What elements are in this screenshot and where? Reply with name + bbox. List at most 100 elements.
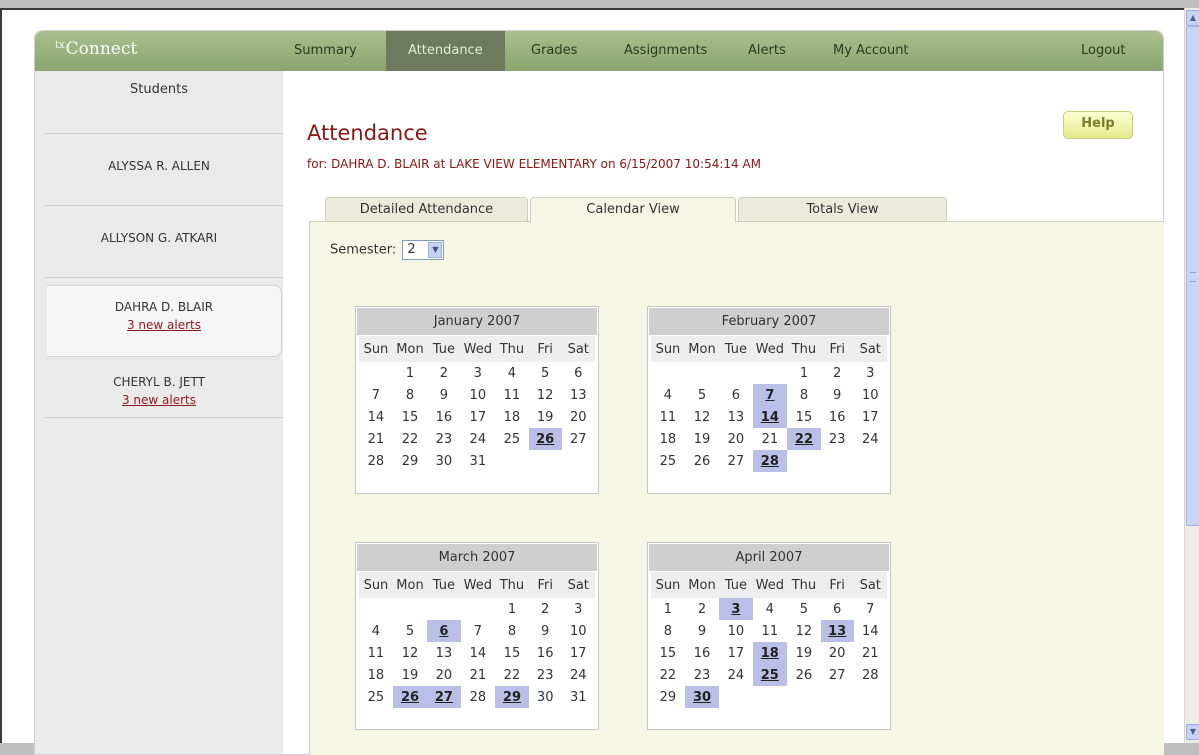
weekday-header: Wed — [460, 336, 495, 362]
calendar-day-absence[interactable]: 13 — [820, 620, 854, 642]
calendar-day: 31 — [469, 453, 487, 469]
calendar-empty-cell — [461, 598, 495, 620]
calendar-day: 6 — [574, 365, 583, 381]
calendar-grid: Sun Mon Tue Wed Thu Fri Sat 1 2 3 4 5 6 7 8 9 10 11 12 13 14… — [359, 572, 595, 708]
calendar-day-absence[interactable]: 7 — [752, 384, 788, 406]
weekday-header: Thu — [495, 572, 529, 598]
calendar-empty-cell — [854, 686, 887, 708]
sidebar-divider — [45, 277, 283, 278]
calendar-day: 10 — [469, 387, 487, 403]
calendar-day-link[interactable]: 3 — [731, 602, 740, 617]
calendar-day: 5 — [697, 387, 707, 403]
calendar-day: 13 — [727, 409, 745, 425]
vertical-scrollbar[interactable]: ▲ ▼ — [1184, 8, 1199, 743]
calendar-day-link[interactable]: 22 — [795, 432, 813, 447]
calendar-day-absence[interactable]: 30 — [684, 686, 720, 708]
calendar-day-link[interactable]: 7 — [765, 388, 774, 403]
sidebar-student-allen[interactable]: ALYSSA R. ALLEN — [35, 159, 283, 173]
calendar-day-absence[interactable]: 3 — [719, 598, 753, 620]
chevron-down-icon[interactable]: ▼ — [428, 242, 443, 258]
nav-summary[interactable]: Summary — [272, 31, 379, 71]
calendar-day: 11 — [761, 623, 779, 639]
calendar-day-absence[interactable]: 28 — [752, 450, 788, 472]
semester-control: Semester: 2 ▼ — [330, 240, 445, 260]
calendar-empty-cell — [821, 686, 854, 708]
weekday-header: Fri — [528, 336, 562, 362]
semester-select[interactable]: 2 ▼ — [402, 240, 445, 260]
calendar-day-absence[interactable]: 27 — [427, 686, 461, 708]
calendar-day-absence[interactable]: 25 — [752, 664, 787, 686]
help-button[interactable]: Help — [1063, 111, 1133, 139]
sidebar-divider — [45, 205, 283, 206]
calendar-day-absence[interactable]: 26 — [392, 686, 428, 708]
calendar-day: 4 — [765, 601, 774, 617]
calendar-month-title: February 2007 — [649, 308, 889, 335]
nav-logout[interactable]: Logout — [1059, 31, 1148, 71]
sidebar-student-atkari[interactable]: ALLYSON G. ATKARI — [35, 231, 283, 245]
calendar-day-link[interactable]: 6 — [439, 624, 448, 639]
calendar-day: 18 — [659, 431, 677, 447]
sidebar-student-blair[interactable]: DAHRA D. BLAIR 3 new alerts — [47, 285, 282, 357]
calendar-day-link[interactable]: 14 — [761, 410, 779, 425]
calendar-day: 9 — [833, 387, 842, 403]
calendar-day-link[interactable]: 13 — [828, 624, 846, 639]
nav-assignments[interactable]: Assignments — [602, 31, 729, 71]
calendar-panel: Semester: 2 ▼ January 2007 Sun Mon Tue Wed T… — [309, 221, 1164, 755]
calendar-day-absence[interactable]: 18 — [752, 642, 787, 664]
scrollbar-thumb[interactable] — [1186, 26, 1199, 526]
calendar-day: 11 — [659, 409, 677, 425]
calendar-day: 29 — [401, 453, 419, 469]
calendar-empty-cell — [562, 450, 595, 472]
calendar-day-absence[interactable]: 29 — [495, 686, 529, 708]
tab-calendar-view[interactable]: Calendar View — [530, 197, 736, 223]
calendar-day: 24 — [727, 667, 745, 683]
calendar-day: 7 — [473, 623, 482, 639]
student-sidebar: Students ALYSSA R. ALLEN ALLYSON G. ATKA… — [35, 71, 283, 754]
calendar-day: 19 — [795, 645, 813, 661]
calendar-day-link[interactable]: 28 — [761, 454, 779, 469]
calendar-day: 2 — [541, 601, 550, 617]
calendar-grid: Sun Mon Tue Wed Thu Fri Sat 1 2 3 4 5 6 7 8 9 10 11 12 13 14… — [651, 336, 887, 472]
calendar-day-link[interactable]: 18 — [761, 646, 779, 661]
sidebar-student-jett[interactable]: CHERYL B. JETT 3 new alerts — [35, 375, 283, 407]
calendar-day: 30 — [435, 453, 453, 469]
calendar-month: January 2007 Sun Mon Tue Wed Thu Fri Sat 1 2 3 4 5 6… — [355, 306, 599, 494]
calendar-day-link[interactable]: 26 — [536, 432, 554, 447]
sidebar-divider — [45, 133, 283, 134]
tab-totals-view[interactable]: Totals View — [738, 197, 947, 222]
nav-grades[interactable]: Grades — [509, 31, 599, 71]
calendar-empty-cell — [787, 686, 821, 708]
calendar-day-absence[interactable]: 6 — [427, 620, 461, 642]
logo-prefix: tx — [55, 40, 65, 51]
weekday-header: Fri — [820, 336, 854, 362]
weekday-header: Mon — [392, 336, 428, 362]
calendar-day-link[interactable]: 30 — [693, 690, 711, 705]
nav-my-account[interactable]: My Account — [811, 31, 931, 71]
calendar-day: 8 — [663, 623, 673, 639]
tab-detailed-attendance[interactable]: Detailed Attendance — [325, 197, 528, 222]
student-alerts-link[interactable]: 3 new alerts — [35, 393, 283, 407]
student-name: CHERYL B. JETT — [113, 375, 205, 389]
scroll-down-icon[interactable]: ▼ — [1186, 724, 1199, 740]
calendar-day: 25 — [367, 689, 385, 705]
calendar-month-title: April 2007 — [649, 544, 889, 571]
nav-alerts[interactable]: Alerts — [726, 31, 808, 71]
calendar-day-absence[interactable]: 14 — [752, 406, 788, 428]
calendar-day-link[interactable]: 26 — [401, 690, 419, 705]
calendar-day-link[interactable]: 25 — [761, 668, 779, 683]
calendar-day: 20 — [435, 667, 453, 683]
calendar-empty-cell — [359, 598, 393, 620]
calendar-day-link[interactable]: 27 — [435, 690, 453, 705]
calendar-day-link[interactable]: 29 — [503, 690, 521, 705]
calendar-day: 8 — [405, 387, 415, 403]
student-alerts-link[interactable]: 3 new alerts — [47, 318, 281, 332]
calendar-day-absence[interactable]: 22 — [787, 428, 821, 450]
calendar-day-absence[interactable]: 26 — [528, 428, 562, 450]
nav-attendance[interactable]: Attendance — [386, 31, 505, 71]
calendar-day: 1 — [507, 601, 517, 617]
calendar-grid: Sun Mon Tue Wed Thu Fri Sat 1 2 3 4 5 6 7 8 9 10 11 12 13 14… — [359, 336, 595, 472]
semester-value: 2 — [407, 242, 416, 257]
semester-label: Semester: — [330, 242, 397, 258]
calendar-day: 15 — [659, 645, 677, 661]
scroll-up-icon[interactable]: ▲ — [1186, 10, 1199, 26]
